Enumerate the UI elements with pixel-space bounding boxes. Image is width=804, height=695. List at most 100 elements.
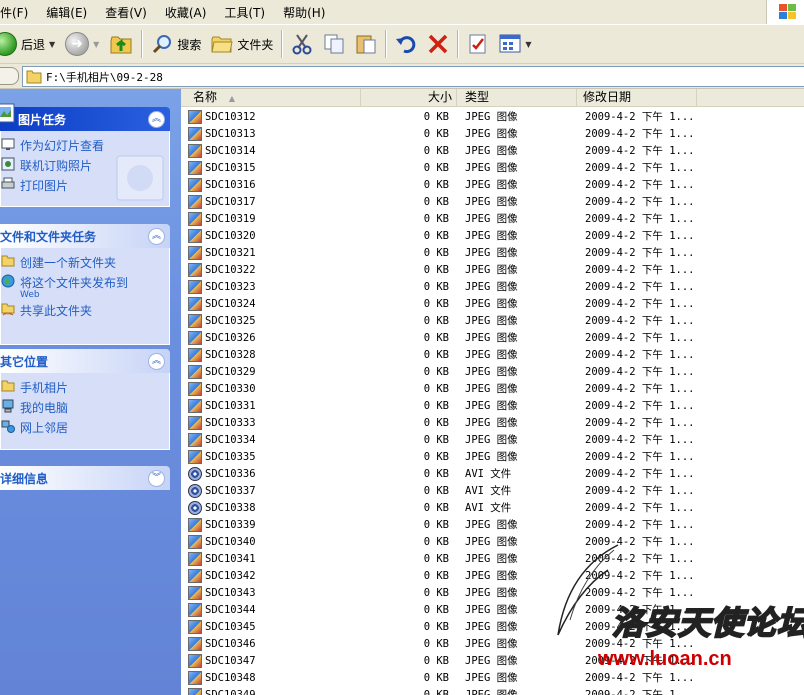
chevron-down-icon[interactable]: ▼	[93, 40, 99, 49]
file-row[interactable]: SDC10315 0 KB JPEG 图像 2009-4-2 下午 1...	[181, 159, 705, 176]
forward-button[interactable]: ➜ ▼	[60, 29, 104, 59]
menu-tools[interactable]: 工具(T)	[215, 4, 274, 21]
search-button[interactable]: 搜索	[146, 29, 206, 59]
address-input[interactable]: F:\手机相片\09-2-28	[22, 66, 804, 87]
file-date: 2009-4-2 下午 1...	[585, 383, 695, 395]
image-file-icon	[188, 687, 202, 695]
image-file-icon	[188, 517, 202, 532]
image-file-icon	[188, 636, 202, 651]
place-my-computer[interactable]: 我的电脑	[1, 399, 169, 419]
paste-button[interactable]	[350, 29, 382, 59]
file-row[interactable]: SDC10347 0 KB JPEG 图像 2009-4-2 下午 1...	[181, 652, 705, 669]
share-folder-icon	[1, 303, 15, 316]
file-row[interactable]: SDC10337 0 KB AVI 文件 2009-4-2 下午 1...	[181, 482, 705, 499]
collapse-chevron-icon[interactable]: ︽	[148, 110, 165, 128]
file-row[interactable]: SDC10342 0 KB JPEG 图像 2009-4-2 下午 1...	[181, 567, 705, 584]
column-header-date[interactable]: 修改日期	[577, 89, 697, 106]
task-publish-web[interactable]: 将这个文件夹发布到 Web	[1, 274, 169, 302]
file-row[interactable]: SDC10341 0 KB JPEG 图像 2009-4-2 下午 1...	[181, 550, 705, 567]
column-header-type[interactable]: 类型	[457, 89, 577, 106]
paste-icon	[356, 35, 376, 54]
file-row[interactable]: SDC10345 0 KB JPEG 图像 2009-4-2 下午 1...	[181, 618, 705, 635]
file-row[interactable]: SDC10336 0 KB AVI 文件 2009-4-2 下午 1...	[181, 465, 705, 482]
back-button[interactable]: 后退 ▼	[0, 29, 60, 59]
address-label-fragment	[0, 67, 19, 85]
file-row[interactable]: SDC10329 0 KB JPEG 图像 2009-4-2 下午 1...	[181, 363, 705, 380]
file-row[interactable]: SDC10322 0 KB JPEG 图像 2009-4-2 下午 1...	[181, 261, 705, 278]
file-row[interactable]: SDC10346 0 KB JPEG 图像 2009-4-2 下午 1...	[181, 635, 705, 652]
file-row[interactable]: SDC10328 0 KB JPEG 图像 2009-4-2 下午 1...	[181, 346, 705, 363]
file-row[interactable]: SDC10325 0 KB JPEG 图像 2009-4-2 下午 1...	[181, 312, 705, 329]
task-new-folder[interactable]: 创建一个新文件夹	[1, 254, 169, 274]
file-row[interactable]: SDC10319 0 KB JPEG 图像 2009-4-2 下午 1...	[181, 210, 705, 227]
printer-icon	[1, 177, 15, 189]
search-button-label: 搜索	[177, 37, 202, 52]
folders-button[interactable]: 文件夹	[206, 29, 278, 59]
file-row[interactable]: SDC10330 0 KB JPEG 图像 2009-4-2 下午 1...	[181, 380, 705, 397]
menu-edit[interactable]: 编辑(E)	[37, 4, 96, 21]
file-size: 0 KB	[423, 518, 449, 531]
file-type: JPEG 图像	[465, 111, 518, 123]
collapse-chevron-icon[interactable]: ︽	[148, 352, 165, 370]
file-row[interactable]: SDC10326 0 KB JPEG 图像 2009-4-2 下午 1...	[181, 329, 705, 346]
copy-to-button[interactable]	[318, 29, 350, 59]
column-header-name[interactable]: 名称 ▲	[181, 89, 361, 106]
undo-button[interactable]	[390, 29, 422, 59]
file-size: 0 KB	[423, 297, 449, 310]
views-grid-icon	[499, 34, 521, 53]
move-to-button[interactable]	[286, 29, 318, 59]
collapse-chevron-icon[interactable]: ︽	[148, 227, 165, 245]
file-date: 2009-4-2 下午 1...	[585, 247, 695, 259]
file-name: SDC10337	[205, 484, 256, 497]
file-date: 2009-4-2 下午 1...	[585, 298, 695, 310]
file-row[interactable]: SDC10349 0 KB JPEG 图像 2009-4-2 下午 1...	[181, 686, 705, 695]
properties-button[interactable]	[462, 29, 494, 59]
other-places-header[interactable]: 其它位置 ︽	[0, 349, 170, 373]
file-row[interactable]: SDC10320 0 KB JPEG 图像 2009-4-2 下午 1...	[181, 227, 705, 244]
file-name: SDC10331	[205, 399, 256, 412]
file-name: SDC10338	[205, 501, 256, 514]
place-network[interactable]: 网上邻居	[1, 419, 169, 439]
expand-chevron-icon[interactable]: ︾	[148, 469, 165, 487]
menu-view[interactable]: 查看(V)	[96, 4, 156, 21]
other-places-body: 手机相片 我的电脑 网上邻居	[0, 373, 170, 450]
file-row[interactable]: SDC10317 0 KB JPEG 图像 2009-4-2 下午 1...	[181, 193, 705, 210]
file-row[interactable]: SDC10331 0 KB JPEG 图像 2009-4-2 下午 1...	[181, 397, 705, 414]
file-row[interactable]: SDC10313 0 KB JPEG 图像 2009-4-2 下午 1...	[181, 125, 705, 142]
file-row[interactable]: SDC10343 0 KB JPEG 图像 2009-4-2 下午 1...	[181, 584, 705, 601]
file-size: 0 KB	[423, 161, 449, 174]
delete-button[interactable]	[422, 29, 454, 59]
file-row[interactable]: SDC10324 0 KB JPEG 图像 2009-4-2 下午 1...	[181, 295, 705, 312]
views-button[interactable]: ▼	[494, 29, 536, 59]
file-tasks-header[interactable]: 文件和文件夹任务 ︽	[0, 224, 170, 248]
file-row[interactable]: SDC10338 0 KB AVI 文件 2009-4-2 下午 1...	[181, 499, 705, 516]
file-row[interactable]: SDC10323 0 KB JPEG 图像 2009-4-2 下午 1...	[181, 278, 705, 295]
file-row[interactable]: SDC10348 0 KB JPEG 图像 2009-4-2 下午 1...	[181, 669, 705, 686]
file-row[interactable]: SDC10335 0 KB JPEG 图像 2009-4-2 下午 1...	[181, 448, 705, 465]
file-row[interactable]: SDC10321 0 KB JPEG 图像 2009-4-2 下午 1...	[181, 244, 705, 261]
file-row[interactable]: SDC10340 0 KB JPEG 图像 2009-4-2 下午 1...	[181, 533, 705, 550]
chevron-down-icon[interactable]: ▼	[49, 40, 55, 49]
menu-file[interactable]: 件(F)	[0, 4, 37, 21]
search-icon	[153, 35, 172, 54]
file-row[interactable]: SDC10344 0 KB JPEG 图像 2009-4-2 下午 1...	[181, 601, 705, 618]
details-header[interactable]: 详细信息 ︾	[0, 466, 170, 490]
chevron-down-icon[interactable]: ▼	[525, 40, 531, 49]
picture-tasks-header[interactable]: 图片任务 ︽	[0, 103, 170, 131]
menu-bar: 件(F) 编辑(E) 查看(V) 收藏(A) 工具(T) 帮助(H)	[0, 0, 804, 25]
file-row[interactable]: SDC10316 0 KB JPEG 图像 2009-4-2 下午 1...	[181, 176, 705, 193]
up-folder-button[interactable]	[104, 29, 138, 59]
menu-favorites[interactable]: 收藏(A)	[156, 4, 216, 21]
file-row[interactable]: SDC10334 0 KB JPEG 图像 2009-4-2 下午 1...	[181, 431, 705, 448]
file-name: SDC10346	[205, 637, 256, 650]
column-header-size[interactable]: 大小	[361, 89, 457, 106]
file-row[interactable]: SDC10333 0 KB JPEG 图像 2009-4-2 下午 1...	[181, 414, 705, 431]
task-share-folder[interactable]: 共享此文件夹	[1, 302, 169, 322]
file-date: 2009-4-2 下午 1...	[585, 213, 695, 225]
file-row[interactable]: SDC10314 0 KB JPEG 图像 2009-4-2 下午 1...	[181, 142, 705, 159]
file-row[interactable]: SDC10312 0 KB JPEG 图像 2009-4-2 下午 1...	[181, 108, 705, 125]
file-row[interactable]: SDC10339 0 KB JPEG 图像 2009-4-2 下午 1...	[181, 516, 705, 533]
file-type: JPEG 图像	[465, 655, 518, 667]
menu-help[interactable]: 帮助(H)	[274, 4, 334, 21]
place-phone-photos[interactable]: 手机相片	[1, 379, 169, 399]
